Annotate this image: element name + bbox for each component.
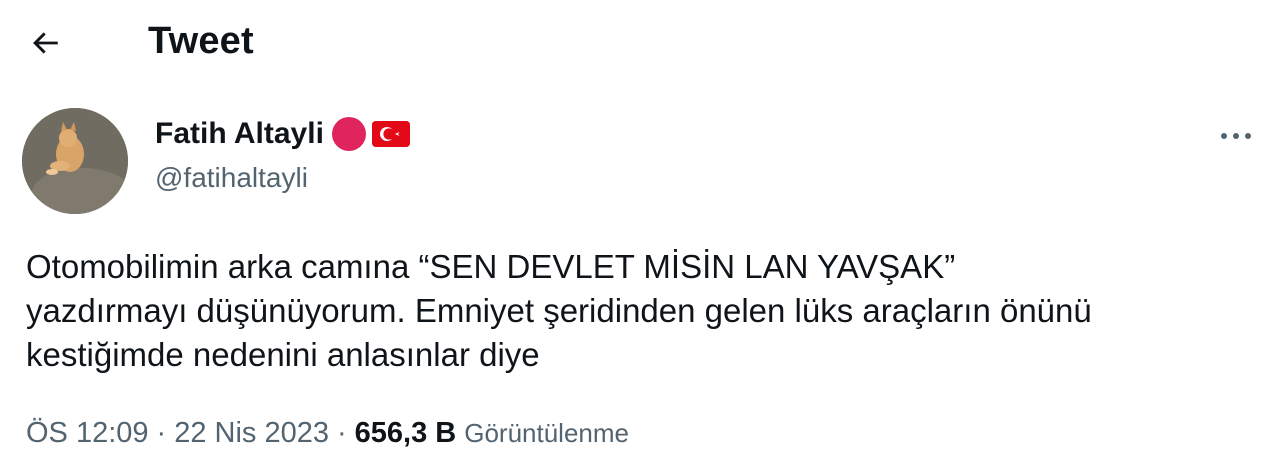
more-options-button[interactable] <box>1212 118 1260 154</box>
separator-dot: · <box>156 416 167 449</box>
page-title: Tweet <box>148 20 254 62</box>
avatar[interactable] <box>22 108 128 214</box>
tweet-text-line: kestiğimde nedenini anlasınlar diye <box>26 336 540 373</box>
arrow-left-icon <box>33 32 58 54</box>
tweet-time[interactable]: ÖS 12:09 <box>26 417 149 450</box>
tweet-date[interactable]: 22 Nis 2023 <box>174 417 329 450</box>
author-name-row: Fatih Altayli <box>155 114 410 154</box>
author-display-name[interactable]: Fatih Altayli <box>155 117 324 151</box>
author-handle[interactable]: @fatihaltayli <box>155 162 308 194</box>
tweet-meta: ÖS 12:09 · 22 Nis 2023 · 656,3 B Görüntü… <box>26 414 629 452</box>
views-label[interactable]: Görüntülenme <box>464 418 629 449</box>
avatar-image <box>22 108 128 214</box>
separator-dot: · <box>336 416 347 449</box>
tweet-text-line: yazdırmayı düşünüyorum. Emniyet şeridind… <box>26 292 1092 329</box>
tweet-text: Otomobilimin arka camına “SEN DEVLET MİS… <box>26 245 1266 377</box>
red-circle-icon <box>331 117 366 151</box>
back-button[interactable] <box>22 22 68 64</box>
views-count[interactable]: 656,3 B <box>355 417 457 450</box>
tweet-header: Tweet <box>0 0 1280 88</box>
more-horizontal-icon <box>1221 133 1251 139</box>
turkey-flag-icon <box>371 121 410 147</box>
tweet-text-line: Otomobilimin arka camına “SEN DEVLET MİS… <box>26 248 956 285</box>
